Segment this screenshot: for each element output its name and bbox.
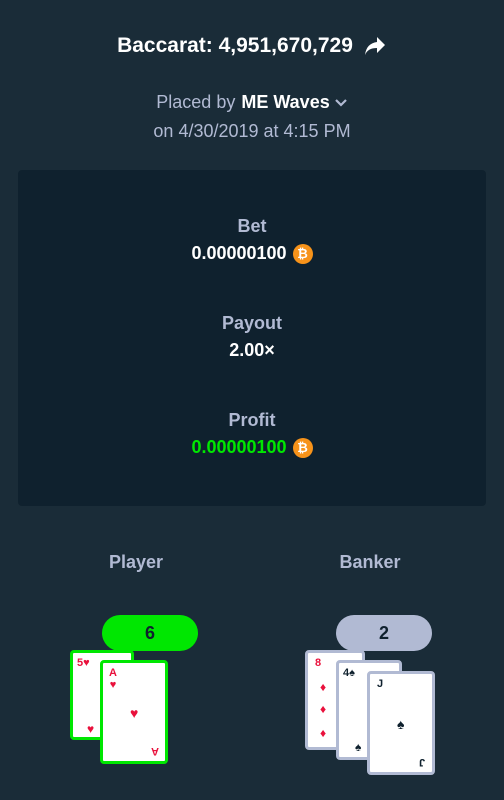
profit-value-row: 0.00000100 ₿ xyxy=(18,437,486,458)
placed-date: on 4/30/2019 at 4:15 PM xyxy=(153,121,351,141)
profit-label: Profit xyxy=(228,410,276,430)
payout-stat: Payout 2.00× xyxy=(18,313,486,361)
payout-value-row: 2.00× xyxy=(18,340,486,361)
player-score-badge: 6 xyxy=(102,615,198,651)
diamond-icon: ♦ xyxy=(320,702,327,716)
banker-score-badge: 2 xyxy=(336,615,432,651)
banker-card-3: J ♠ J xyxy=(367,671,435,775)
page-title: Baccarat: 4,951,670,729 xyxy=(117,34,353,57)
bet-label: Bet xyxy=(237,216,267,236)
card-rank-bottom: J xyxy=(418,756,426,768)
placed-by-prefix: Placed by xyxy=(156,92,236,112)
player-card-2: A ♥ ♥ A xyxy=(100,660,168,764)
bet-title: Baccarat: 4,951,670,729 xyxy=(0,34,504,58)
spade-icon: ♠ xyxy=(397,716,405,732)
heart-icon: ♥ xyxy=(130,705,139,721)
card-rank: J xyxy=(376,678,384,690)
bet-stat: Bet 0.00000100 ₿ xyxy=(18,216,486,264)
chevron-down-icon[interactable] xyxy=(334,98,348,108)
spade-icon: ♠ xyxy=(355,740,362,754)
diamond-icon: ♦ xyxy=(320,726,327,740)
player-label: Player xyxy=(108,552,164,572)
share-icon[interactable] xyxy=(363,35,387,57)
bet-summary-panel: Bet 0.00000100 ₿ Payout 2.00× Profit 0.0… xyxy=(18,170,486,506)
banker-label: Banker xyxy=(339,552,401,572)
heart-icon: ♥ xyxy=(87,722,95,736)
placed-by: Placed by ME Waves xyxy=(0,92,504,113)
profit-value: 0.00000100 xyxy=(191,437,287,457)
bitcoin-icon: ₿ xyxy=(292,243,313,264)
diamond-icon: ♦ xyxy=(320,680,327,694)
bet-value: 0.00000100 xyxy=(191,243,287,263)
bitcoin-icon: ₿ xyxy=(292,437,313,458)
profit-stat: Profit 0.00000100 ₿ xyxy=(18,410,486,458)
payout-value: 2.00× xyxy=(229,340,275,360)
card-rank: 5♥ xyxy=(77,657,90,669)
payout-label: Payout xyxy=(221,313,282,333)
bet-value-row: 0.00000100 ₿ xyxy=(18,243,486,264)
username-link[interactable]: ME Waves xyxy=(241,92,329,113)
card-rank: A ♥ xyxy=(109,667,117,691)
card-rank: 8 xyxy=(314,657,322,669)
card-rank: 4♠ xyxy=(343,667,355,679)
card-rank-bottom: A xyxy=(151,745,159,757)
